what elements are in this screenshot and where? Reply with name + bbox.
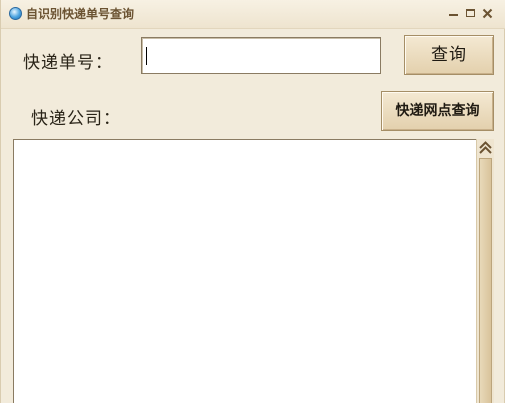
tracking-number-input[interactable] [141, 37, 381, 74]
title-bar[interactable]: 自识别快递单号查询 [1, 0, 505, 29]
tracking-number-label: 快递单号： [23, 53, 113, 73]
maximize-button[interactable] [464, 7, 477, 20]
outlet-query-button[interactable]: 快递网点查询 [381, 91, 494, 131]
maximize-icon [466, 9, 475, 17]
vertical-scrollbar[interactable] [476, 139, 494, 403]
close-icon [482, 8, 493, 19]
app-window: 自识别快递单号查询 快递单号： 查询 快递公司： 快递网点查询 [0, 0, 505, 403]
close-button[interactable] [481, 7, 494, 20]
scroll-thumb[interactable] [479, 158, 492, 403]
minimize-button[interactable] [447, 7, 460, 20]
company-label: 快递公司： [31, 109, 121, 129]
window-title: 自识别快递单号查询 [26, 7, 135, 21]
double-chevron-up-icon [479, 141, 492, 154]
query-button[interactable]: 查询 [404, 35, 494, 75]
globe-icon [9, 7, 22, 20]
minimize-icon [449, 14, 458, 16]
text-caret [146, 47, 147, 65]
results-text-area[interactable] [13, 139, 494, 403]
scroll-up-button[interactable] [477, 139, 494, 156]
